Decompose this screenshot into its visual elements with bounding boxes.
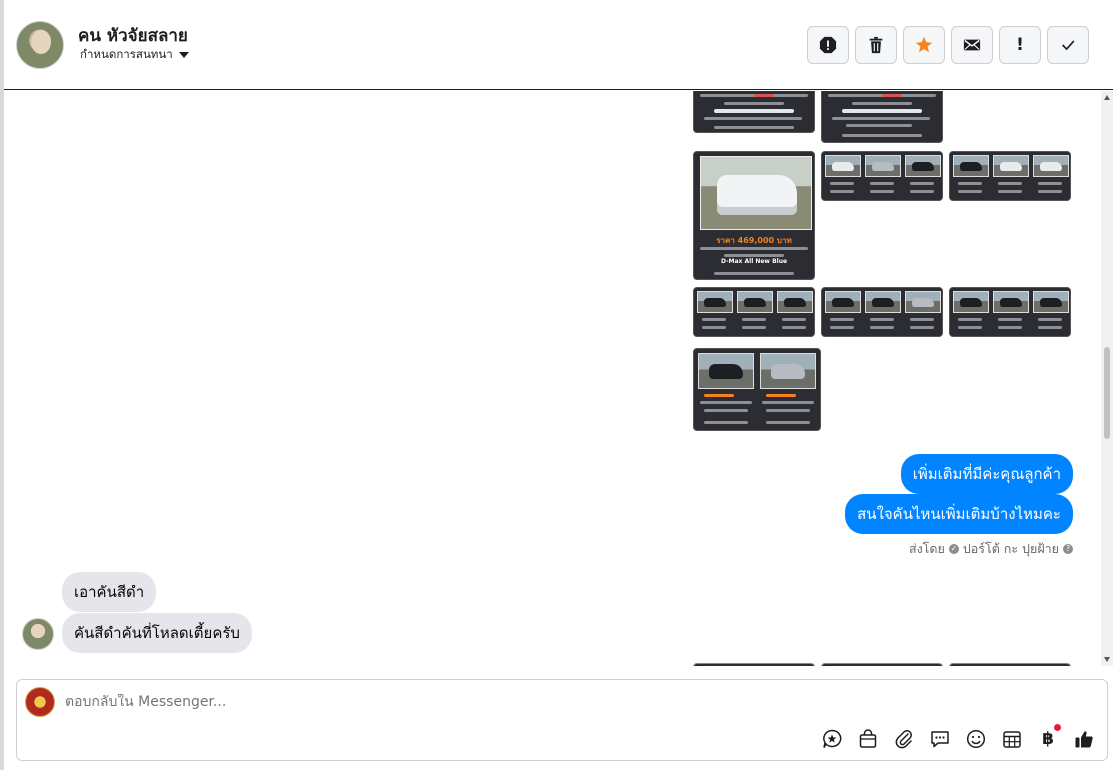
composer-toolbar: ฿ (821, 724, 1095, 750)
mark-spam-button[interactable]: ! (999, 26, 1041, 64)
calendar-icon (1003, 731, 1021, 748)
reply-composer: ฿ (16, 679, 1108, 761)
outgoing-message[interactable]: เพิ่มเติมที่มีค่ะคุณลูกค้า (900, 454, 1073, 494)
like-icon (1075, 731, 1093, 748)
mail-button[interactable] (951, 26, 993, 64)
notification-dot (1054, 724, 1061, 731)
attach-button[interactable] (893, 728, 915, 750)
paperclip-icon (895, 730, 912, 749)
thread-scrollbar[interactable] (1101, 91, 1113, 666)
star-message-button[interactable] (821, 728, 843, 750)
trash-icon (869, 36, 883, 54)
photo-price: ราคา 469,000 บาท (716, 236, 792, 245)
assign-label: กำหนดการสนทนา (80, 47, 173, 61)
contact-name[interactable]: คน หัวจัยสลาย (78, 22, 188, 49)
mark-done-button[interactable] (1047, 26, 1089, 64)
car-photo-attachment[interactable] (693, 348, 821, 431)
saved-reply-icon (931, 731, 949, 748)
help-icon[interactable]: ? (1063, 544, 1073, 554)
car-photo-attachment[interactable] (693, 287, 815, 337)
exclamation-icon: ! (1016, 35, 1024, 55)
star-button[interactable] (903, 26, 945, 64)
car-photo-image (700, 156, 812, 230)
baht-icon: ฿ (1042, 729, 1054, 749)
shop-button[interactable] (857, 728, 879, 750)
chevron-down-icon (178, 52, 189, 58)
saved-reply-button[interactable] (929, 728, 951, 750)
star-icon (915, 36, 933, 53)
contact-avatar-small[interactable] (22, 618, 54, 650)
message-thread[interactable]: ราคา 469,000 บาท D-Max All New Blue เพิ่… (4, 91, 1113, 666)
check-icon (1062, 40, 1075, 51)
car-photo-attachment[interactable]: ราคา 469,000 บาท D-Max All New Blue (693, 151, 815, 280)
appointment-button[interactable] (1001, 728, 1023, 750)
sent-by-label: ส่งโดย ✓ ปอร์โต้ กะ ปุยฝ้าย ? (909, 539, 1073, 559)
emoji-button[interactable] (965, 728, 987, 750)
scrollbar-thumb[interactable] (1104, 347, 1110, 439)
report-button[interactable] (807, 26, 849, 64)
car-photo-attachment[interactable] (821, 91, 943, 143)
conversation-header: คน หัวจัยสลาย กำหนดการสนทนา ! (4, 0, 1113, 90)
header-actions: ! (807, 26, 1089, 64)
incoming-message[interactable]: เอาคันสีดำ (62, 572, 157, 612)
mail-icon (963, 39, 981, 51)
car-photo-attachment[interactable] (821, 663, 943, 666)
payment-button[interactable]: ฿ (1037, 724, 1061, 750)
scroll-up-arrow[interactable] (1104, 95, 1110, 100)
sent-by-name: ปอร์โต้ กะ ปุยฝ้าย (962, 541, 1059, 556)
star-message-icon (823, 729, 842, 748)
car-photo-attachment[interactable] (693, 663, 815, 666)
contact-avatar[interactable] (16, 21, 64, 69)
car-photo-attachment[interactable] (821, 287, 943, 337)
sent-by-prefix: ส่งโดย (908, 541, 945, 556)
scroll-down-arrow[interactable] (1104, 657, 1110, 662)
outgoing-message[interactable]: สนใจคันไหนเพิ่มเติมบ้างไหมคะ (845, 494, 1073, 534)
verified-icon: ✓ (948, 544, 959, 554)
car-photo-attachment[interactable] (949, 287, 1071, 337)
car-photo-attachment[interactable] (821, 151, 943, 201)
car-photo-attachment[interactable] (949, 151, 1071, 201)
like-button[interactable] (1073, 728, 1095, 750)
car-photo-attachment[interactable] (693, 91, 815, 133)
page-avatar (25, 687, 55, 717)
delete-button[interactable] (855, 26, 897, 64)
shopping-bag-icon (859, 729, 877, 748)
emoji-icon (966, 729, 986, 749)
reply-input[interactable] (65, 694, 765, 710)
photo-model: D-Max All New Blue (720, 258, 788, 265)
car-photo-attachment[interactable] (949, 663, 1071, 666)
report-icon (819, 36, 837, 54)
incoming-message[interactable]: คันสีดำคันที่โหลดเตี้ยครับ (62, 613, 252, 653)
assign-conversation-dropdown[interactable]: กำหนดการสนทนา (80, 46, 189, 64)
